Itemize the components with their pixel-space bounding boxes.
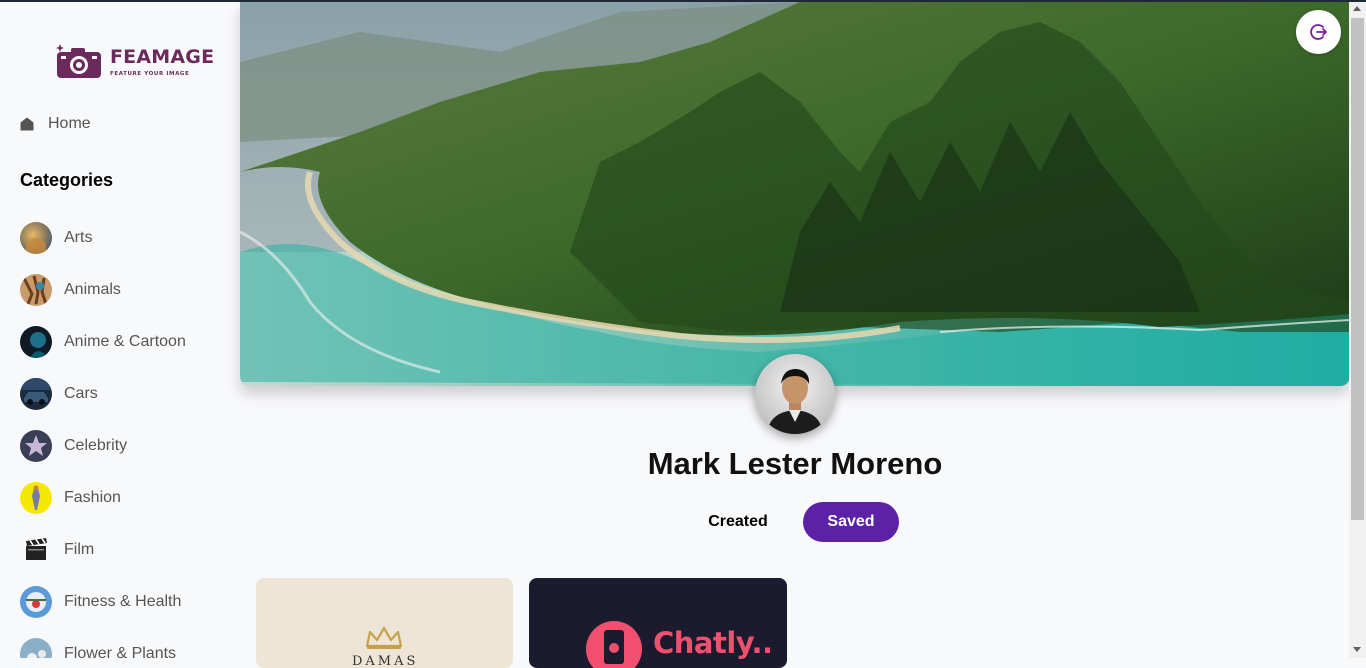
saved-pin-card[interactable]: Chatly..	[529, 578, 787, 668]
brand-tagline: FEATURE YOUR IMAGE	[110, 71, 190, 77]
tab-saved[interactable]: Saved	[803, 502, 899, 542]
category-label: Anime & Cartoon	[64, 333, 186, 350]
category-item-flower-plants[interactable]: Flower & Plants	[20, 628, 186, 658]
user-photo	[755, 354, 835, 434]
category-item-animals[interactable]: Animals	[20, 264, 186, 316]
clapperboard-thumbnail-icon	[20, 534, 52, 566]
categories-heading: Categories	[20, 170, 114, 190]
category-label: Fitness & Health	[64, 593, 182, 610]
category-item-celebrity[interactable]: Celebrity	[20, 420, 186, 472]
category-label: Arts	[64, 229, 93, 246]
category-item-fashion[interactable]: Fashion	[20, 472, 186, 524]
category-label: Celebrity	[64, 437, 128, 454]
cars-thumbnail-icon	[20, 378, 52, 410]
scrollbar-thumb[interactable]	[1351, 18, 1364, 520]
card-title: Chatly..	[653, 626, 773, 660]
sidebar: FEAMAGE FEATURE YOUR IMAGE Home Categori…	[0, 2, 240, 658]
home-icon	[20, 117, 34, 131]
camera-logo-icon	[56, 44, 101, 78]
category-list: Arts Animals Anime & Cartoon Cars Celebr…	[20, 212, 186, 658]
category-label: Flower & Plants	[64, 645, 177, 658]
cover-banner-image	[240, 2, 1350, 386]
nav-home[interactable]: Home	[20, 112, 91, 136]
brand-logo[interactable]: FEAMAGE FEATURE YOUR IMAGE	[52, 34, 214, 84]
arts-thumbnail-icon	[20, 222, 52, 254]
star-thumbnail-icon	[20, 430, 52, 462]
fashion-thumbnail-icon	[20, 482, 52, 514]
category-item-cars[interactable]: Cars	[20, 368, 186, 420]
logout-icon	[1309, 24, 1327, 40]
scroll-up-arrow-icon[interactable]	[1353, 6, 1361, 11]
animals-thumbnail-icon	[20, 274, 52, 306]
logout-button[interactable]	[1296, 10, 1341, 54]
category-item-fitness-health[interactable]: Fitness & Health	[20, 576, 186, 628]
profile-name: Mark Lester Moreno	[647, 446, 943, 481]
category-label: Animals	[64, 281, 121, 298]
chat-app-icon	[586, 621, 642, 668]
profile-avatar	[755, 354, 835, 434]
saved-pin-card[interactable]: DAMAS	[256, 578, 513, 668]
flower-thumbnail-icon	[20, 638, 52, 658]
category-item-film[interactable]: Film	[20, 524, 186, 576]
anime-thumbnail-icon	[20, 326, 52, 358]
category-item-arts[interactable]: Arts	[20, 212, 186, 264]
category-label: Film	[64, 541, 95, 558]
fitness-thumbnail-icon	[20, 586, 52, 618]
scroll-down-arrow-icon[interactable]	[1353, 647, 1361, 652]
category-label: Cars	[64, 385, 98, 402]
category-item-anime-cartoon[interactable]: Anime & Cartoon	[20, 316, 186, 368]
brand-name: FEAMAGE	[110, 46, 215, 68]
nav-home-label: Home	[48, 115, 91, 132]
crown-icon	[365, 626, 403, 649]
category-label: Fashion	[64, 489, 121, 506]
card-title: DAMAS	[352, 654, 419, 668]
tab-created[interactable]: Created	[696, 502, 780, 542]
